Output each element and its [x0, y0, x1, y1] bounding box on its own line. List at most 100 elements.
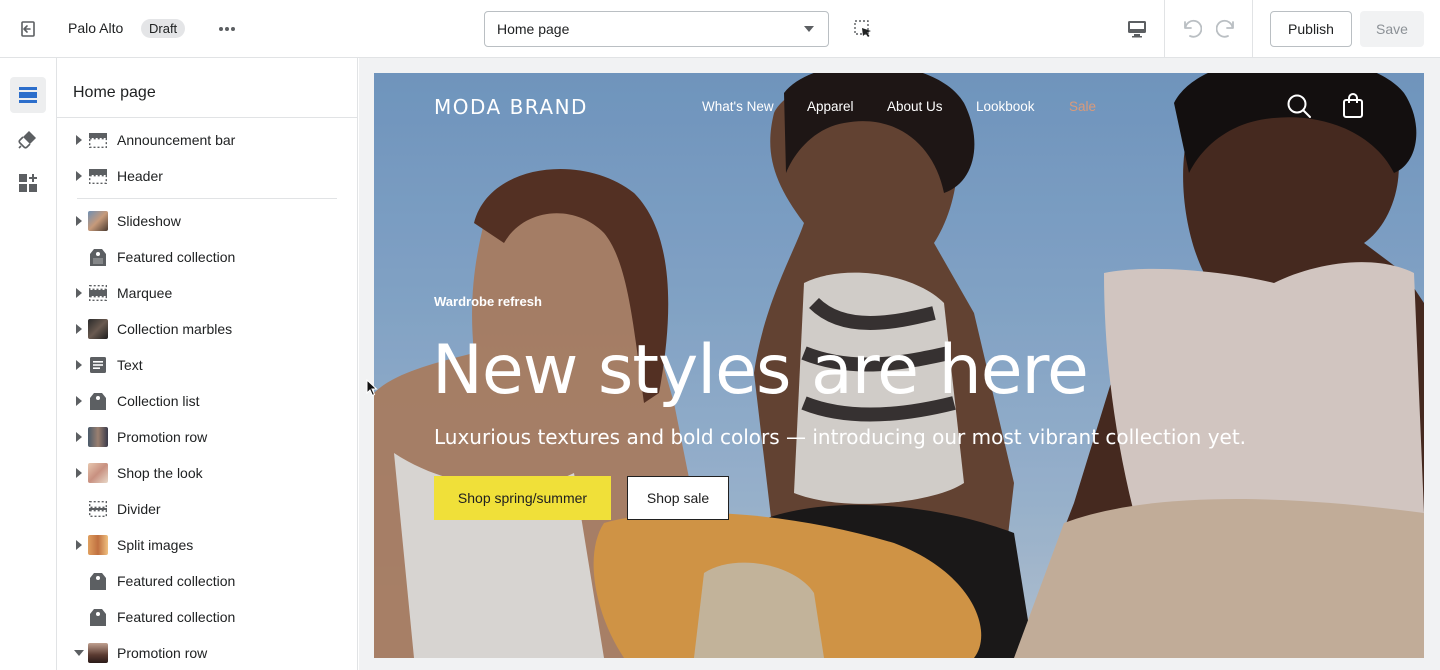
- divider: [57, 117, 357, 118]
- section-collection-list[interactable]: Collection list: [57, 385, 357, 417]
- section-collection-marbles[interactable]: Collection marbles: [57, 313, 357, 345]
- paint-brush-icon: [18, 131, 36, 149]
- store-logo[interactable]: MODA BRAND: [434, 95, 588, 119]
- divider: [77, 198, 337, 199]
- section-thumbnail-icon: [88, 427, 108, 447]
- desktop-icon: [1128, 21, 1146, 38]
- layout-header-icon: [88, 166, 108, 186]
- expand-arrow-icon[interactable]: [74, 539, 84, 551]
- section-promotion-row[interactable]: Promotion row: [57, 637, 357, 669]
- section-label: Announcement bar: [117, 132, 236, 148]
- section-text[interactable]: Text: [57, 349, 357, 381]
- section-divider[interactable]: Divider: [57, 493, 357, 525]
- select-cursor-icon: [854, 20, 871, 37]
- editor-nav-rail: [0, 58, 57, 670]
- section-featured-collection[interactable]: Featured collection: [57, 601, 357, 633]
- page-selector-value: Home page: [497, 21, 570, 37]
- section-label: Collection list: [117, 393, 200, 409]
- section-marquee[interactable]: Marquee: [57, 277, 357, 309]
- theme-name: Palo Alto: [68, 20, 124, 36]
- nav-link-apparel[interactable]: Apparel: [807, 99, 854, 114]
- ellipsis-icon: [219, 27, 235, 31]
- text-icon: [88, 355, 108, 375]
- nav-link-sale[interactable]: Sale: [1069, 99, 1096, 114]
- section-thumbnail-icon: [88, 319, 108, 339]
- section-label: Featured collection: [117, 609, 236, 625]
- section-thumbnail-icon: [88, 211, 108, 231]
- divider: [1164, 0, 1165, 58]
- expand-arrow-icon[interactable]: [74, 287, 84, 299]
- redo-icon: [1216, 19, 1234, 38]
- expand-arrow-icon[interactable]: [74, 359, 84, 371]
- inspector-button[interactable]: [848, 14, 878, 44]
- section-featured-collection[interactable]: Featured collection: [57, 241, 357, 273]
- section-announcement-bar[interactable]: Announcement bar: [57, 124, 357, 156]
- section-promotion-row[interactable]: Promotion row: [57, 421, 357, 453]
- section-header[interactable]: Header: [57, 160, 357, 192]
- expand-arrow-icon[interactable]: [74, 395, 84, 407]
- section-label: Promotion row: [117, 429, 208, 445]
- nav-link-about-us[interactable]: About Us: [887, 99, 943, 114]
- more-actions-button[interactable]: [212, 14, 242, 44]
- expand-arrow-icon[interactable]: [74, 215, 84, 227]
- section-label: Header: [117, 168, 163, 184]
- section-thumbnail-icon: [88, 463, 108, 483]
- shop-sale-button[interactable]: Shop sale: [627, 476, 729, 520]
- page-selector[interactable]: Home page: [484, 11, 829, 47]
- hero-title: New styles are here: [432, 331, 1089, 410]
- nav-link-lookbook[interactable]: Lookbook: [976, 99, 1035, 114]
- undo-button[interactable]: [1176, 14, 1206, 44]
- preview-bottom-gutter: [359, 660, 1440, 670]
- section-label: Split images: [117, 537, 194, 553]
- tag-icon: [88, 391, 108, 411]
- expand-arrow-icon[interactable]: [74, 431, 84, 443]
- expand-arrow-icon[interactable]: [74, 170, 84, 182]
- section-slideshow[interactable]: Slideshow: [57, 205, 357, 237]
- section-thumbnail-icon: [88, 643, 108, 663]
- section-label: Featured collection: [117, 573, 236, 589]
- section-label: Marquee: [117, 285, 173, 301]
- layout-bar-icon: [88, 283, 108, 303]
- divider: [1252, 0, 1253, 58]
- sections-icon: [19, 87, 37, 103]
- desktop-view-button[interactable]: [1122, 14, 1152, 44]
- section-shop-the-look[interactable]: Shop the look: [57, 457, 357, 489]
- section-label: Shop the look: [117, 465, 203, 481]
- hero-eyebrow: Wardrobe refresh: [434, 294, 542, 309]
- apps-nav-button[interactable]: [10, 165, 46, 201]
- expand-arrow-icon[interactable]: [74, 467, 84, 479]
- editor-topbar: Palo Alto Draft Home page Publish Save: [0, 0, 1440, 58]
- shop-spring-summer-button[interactable]: Shop spring/summer: [434, 476, 611, 520]
- exit-button[interactable]: [8, 9, 48, 49]
- section-featured-collection[interactable]: Featured collection: [57, 565, 357, 597]
- section-thumbnail-icon: [88, 535, 108, 555]
- shopping-bag-icon: [1343, 93, 1363, 118]
- hero-subtitle: Luxurious textures and bold colors — int…: [434, 425, 1247, 449]
- redo-button[interactable]: [1212, 14, 1242, 44]
- layout-bar-icon: [88, 130, 108, 150]
- tag-icon: [88, 607, 108, 627]
- save-button[interactable]: Save: [1360, 11, 1424, 47]
- nav-link-whats-new[interactable]: What's New: [702, 99, 774, 114]
- tag-icon: [88, 571, 108, 591]
- collapse-arrow-icon[interactable]: [74, 647, 84, 659]
- expand-arrow-icon[interactable]: [74, 323, 84, 335]
- theme-settings-nav-button[interactable]: [10, 121, 46, 157]
- sidebar-title: Home page: [73, 84, 156, 101]
- expand-arrow-icon[interactable]: [74, 134, 84, 146]
- mouse-cursor-icon: [366, 379, 378, 397]
- sections-sidebar: Home page Announcement bar Header Slides…: [57, 58, 358, 670]
- section-label: Text: [117, 357, 143, 373]
- section-label: Featured collection: [117, 249, 236, 265]
- section-label: Promotion row: [117, 645, 208, 661]
- undo-icon: [1184, 19, 1202, 38]
- store-cart-button[interactable]: [1342, 93, 1364, 119]
- tag-icon: [88, 247, 108, 267]
- section-split-images[interactable]: Split images: [57, 529, 357, 561]
- store-search-button[interactable]: [1286, 93, 1312, 119]
- apps-icon: [19, 174, 37, 192]
- publish-button[interactable]: Publish: [1270, 11, 1352, 47]
- exit-icon: [21, 21, 35, 37]
- sections-nav-button[interactable]: [10, 77, 46, 113]
- storefront-preview[interactable]: MODA BRAND What's New Apparel About Us L…: [374, 73, 1424, 658]
